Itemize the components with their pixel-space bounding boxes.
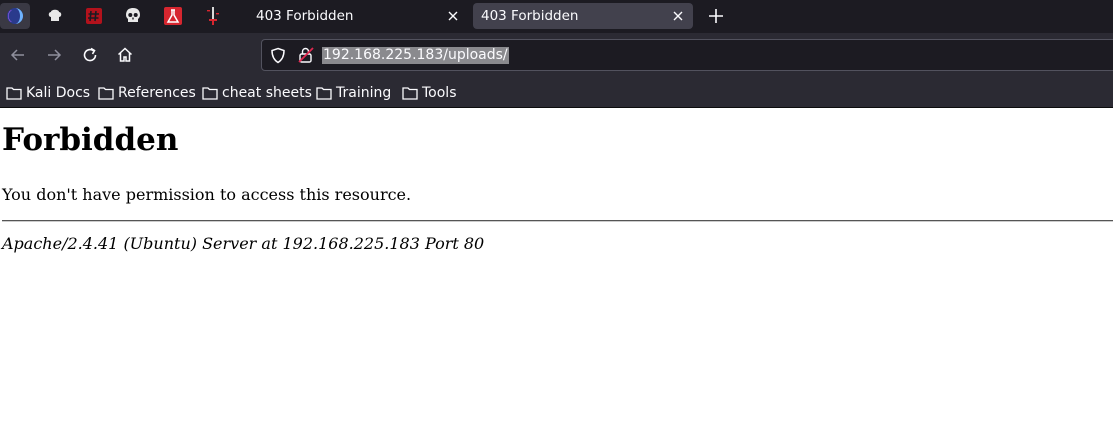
page-content: Forbidden You don't have permission to a… xyxy=(0,108,1113,439)
forward-arrow-icon xyxy=(48,49,62,61)
bookmark-label: Training xyxy=(336,85,392,101)
tab-1[interactable]: 403 Forbidden xyxy=(244,3,468,29)
folder-icon xyxy=(6,87,22,100)
bookmark-folder-tools[interactable]: Tools xyxy=(402,83,457,103)
home-button[interactable] xyxy=(113,43,137,67)
reload-icon xyxy=(83,47,97,62)
chef-hat-icon xyxy=(48,9,62,21)
tab-2-selected[interactable]: 403 Forbidden xyxy=(473,3,693,29)
firefox-nightly-icon xyxy=(7,8,23,24)
exploit-db-icon xyxy=(86,8,102,24)
bookmark-folder-training[interactable]: Training xyxy=(316,83,391,103)
bookmark-folder-kali-docs[interactable]: Kali Docs xyxy=(6,83,90,103)
close-icon[interactable] xyxy=(671,9,685,23)
error-message: You don't have permission to access this… xyxy=(2,185,412,204)
folder-icon xyxy=(202,87,218,100)
tab-title: 403 Forbidden xyxy=(256,8,354,24)
bookmark-folder-cheat-sheets[interactable]: cheat sheets xyxy=(202,83,312,103)
pinned-tab-3[interactable] xyxy=(79,3,109,29)
tab-title: 403 Forbidden xyxy=(481,8,579,24)
new-tab-plus-icon[interactable] xyxy=(705,5,727,27)
tab-strip: 403 Forbidden 403 Forbidden xyxy=(0,0,1113,33)
pinned-tab-4[interactable] xyxy=(118,3,148,29)
close-icon[interactable] xyxy=(446,9,460,23)
bookmark-label: Tools xyxy=(422,85,457,101)
bookmark-folder-references[interactable]: References xyxy=(98,83,196,103)
reload-button[interactable] xyxy=(78,43,102,67)
bookmark-label: References xyxy=(118,85,196,101)
flask-icon xyxy=(164,7,182,25)
server-signature: Apache/2.4.41 (Ubuntu) Server at 192.168… xyxy=(2,234,485,253)
folder-icon xyxy=(402,87,418,100)
divider xyxy=(2,220,1113,222)
bookmark-label: Kali Docs xyxy=(26,85,91,101)
back-button[interactable] xyxy=(6,43,30,67)
folder-icon xyxy=(98,87,114,100)
pinned-tab-2[interactable] xyxy=(40,3,70,29)
bookmarks-toolbar: Kali Docs References cheat sheets Traini… xyxy=(0,77,1113,108)
page-heading: Forbidden xyxy=(2,122,179,158)
back-arrow-icon xyxy=(10,49,24,61)
folder-icon xyxy=(316,87,332,100)
url-bar[interactable]: 192.168.225.183/uploads/ xyxy=(261,39,1113,71)
url-text[interactable]: 192.168.225.183/uploads/ xyxy=(322,47,509,64)
pinned-tab-5[interactable] xyxy=(158,3,188,29)
dagger-icon xyxy=(207,7,219,25)
pinned-tab-1[interactable] xyxy=(0,3,30,29)
skull-icon xyxy=(126,8,140,22)
navigation-toolbar: 192.168.225.183/uploads/ xyxy=(0,33,1113,77)
insecure-lock-icon[interactable] xyxy=(297,46,315,64)
bookmark-label: cheat sheets xyxy=(222,85,312,101)
home-icon xyxy=(117,47,133,62)
forward-button[interactable] xyxy=(42,43,66,67)
pinned-tab-6[interactable] xyxy=(198,3,228,29)
tracking-protection-shield-icon[interactable] xyxy=(270,47,286,64)
